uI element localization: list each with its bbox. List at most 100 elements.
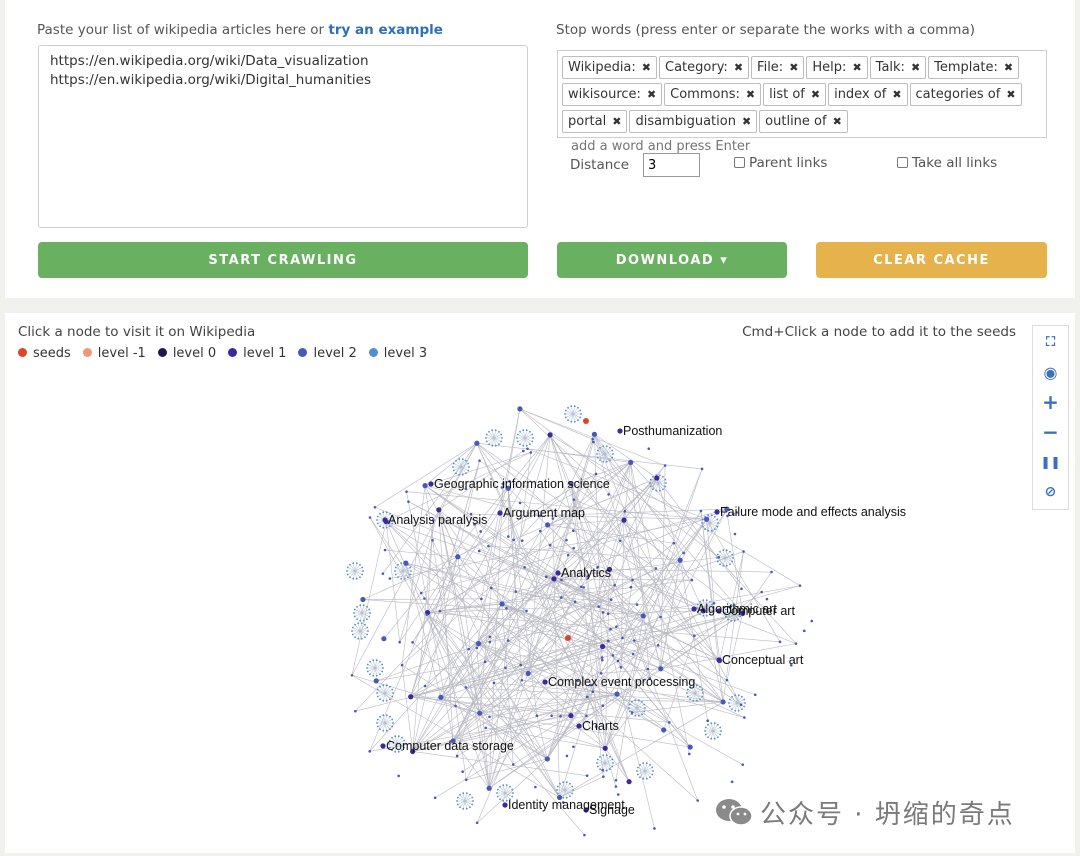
graph-node[interactable] [621, 636, 624, 640]
graph-node[interactable] [511, 763, 515, 766]
graph-node[interactable] [616, 659, 620, 663]
graph-node[interactable] [740, 587, 743, 591]
graph-node[interactable] [431, 538, 434, 542]
graph-node[interactable] [570, 420, 573, 423]
graph-node[interactable] [409, 566, 412, 569]
graph-node[interactable] [394, 573, 397, 576]
graph-node[interactable] [501, 437, 503, 439]
graph-node[interactable] [615, 625, 618, 628]
graph-node[interactable] [628, 703, 631, 706]
graph-node[interactable] [462, 792, 465, 795]
graph-node[interactable] [391, 688, 394, 691]
graph-node[interactable] [701, 688, 704, 691]
graph-node[interactable] [725, 678, 729, 682]
graph-node[interactable] [577, 419, 579, 422]
graph-node[interactable] [356, 605, 358, 608]
graph-node[interactable] [351, 630, 353, 632]
remove-tag-icon[interactable]: ✖ [789, 61, 798, 74]
seed-node[interactable] [583, 418, 589, 424]
graph-node[interactable] [664, 478, 667, 481]
graph-node[interactable] [509, 785, 511, 788]
graph-node[interactable] [511, 788, 514, 791]
graph-node[interactable] [599, 768, 601, 771]
graph-node[interactable] [714, 528, 716, 531]
graph-node[interactable] [520, 678, 524, 682]
remove-tag-icon[interactable]: ✖ [746, 88, 755, 101]
graph-node[interactable] [605, 754, 608, 757]
graph-node[interactable] [647, 447, 651, 450]
zoom-out-icon[interactable]: − [1033, 418, 1068, 446]
graph-node[interactable] [491, 429, 494, 432]
graph-node[interactable] [725, 564, 728, 567]
graph-node[interactable] [601, 658, 604, 662]
graph-node[interactable] [599, 755, 601, 758]
graph-node[interactable] [379, 685, 381, 688]
graph-node[interactable] [388, 577, 392, 580]
node-label[interactable]: Analytics [561, 566, 611, 580]
graph-node[interactable] [737, 618, 739, 621]
graph-node[interactable] [583, 833, 586, 837]
graph-node[interactable] [702, 599, 705, 602]
graph-node[interactable] [389, 715, 391, 718]
graph-node[interactable] [403, 577, 406, 580]
graph-node[interactable] [459, 806, 461, 809]
graph-node[interactable] [484, 726, 488, 730]
graph-node[interactable] [662, 488, 664, 491]
graph-node[interactable] [695, 684, 698, 687]
node-label[interactable]: Computer art [722, 604, 795, 618]
graph-node[interactable] [602, 445, 605, 448]
graph-node[interactable] [713, 722, 716, 725]
graph-node[interactable] [729, 563, 731, 566]
graph-node[interactable] [455, 754, 459, 758]
graph-node[interactable] [572, 498, 576, 501]
remove-tag-icon[interactable]: ✖ [833, 115, 842, 128]
graph-node[interactable] [605, 445, 608, 448]
graph-node[interactable] [643, 703, 646, 706]
graph-node[interactable] [611, 758, 614, 761]
graph-node[interactable] [707, 514, 710, 517]
graph-node[interactable] [636, 766, 639, 769]
graph-node[interactable] [734, 709, 737, 712]
graph-node[interactable] [566, 553, 570, 557]
graph-node[interactable] [532, 437, 534, 439]
graph-node[interactable] [357, 622, 360, 625]
graph-node[interactable] [485, 433, 488, 436]
graph-node[interactable] [389, 685, 391, 688]
graph-node[interactable] [737, 694, 740, 697]
graph-node[interactable] [356, 618, 358, 621]
graph-node[interactable] [707, 736, 709, 739]
graph-node[interactable] [487, 544, 490, 548]
graph-node[interactable] [544, 522, 551, 528]
graph-node[interactable] [354, 623, 356, 626]
graph-node[interactable] [488, 640, 492, 644]
graph-node[interactable] [600, 643, 606, 650]
graph-node[interactable] [471, 803, 474, 806]
graph-node[interactable] [359, 576, 361, 579]
take-all-links-option[interactable]: Take all links [897, 155, 997, 171]
graph-node[interactable] [362, 570, 364, 572]
node-label[interactable]: Argument map [503, 506, 585, 520]
graph-node[interactable] [651, 766, 654, 769]
graph-node[interactable] [654, 567, 658, 570]
remove-tag-icon[interactable]: ✖ [734, 61, 743, 74]
graph-node[interactable] [798, 584, 802, 587]
graph-node[interactable] [456, 800, 458, 802]
graph-node[interactable] [491, 444, 494, 447]
graph-node[interactable] [628, 459, 634, 466]
stopword-tag[interactable]: list of ✖ [763, 83, 827, 106]
graph-node[interactable] [468, 466, 470, 468]
remove-tag-icon[interactable]: ✖ [642, 61, 651, 74]
graph-node[interactable] [366, 633, 369, 636]
graph-node[interactable] [717, 522, 719, 524]
graph-node[interactable] [433, 796, 437, 800]
graph-node[interactable] [376, 692, 378, 694]
graph-node[interactable] [580, 413, 582, 415]
graph-node[interactable] [355, 562, 358, 565]
graph-node[interactable] [405, 490, 408, 493]
graph-node[interactable] [475, 640, 482, 647]
graph-node[interactable] [352, 577, 355, 580]
graph-node[interactable] [353, 612, 355, 614]
labeled-node[interactable] [576, 723, 582, 729]
graph-node[interactable] [579, 416, 582, 419]
stopword-tag[interactable]: disambiguation ✖ [629, 110, 758, 133]
